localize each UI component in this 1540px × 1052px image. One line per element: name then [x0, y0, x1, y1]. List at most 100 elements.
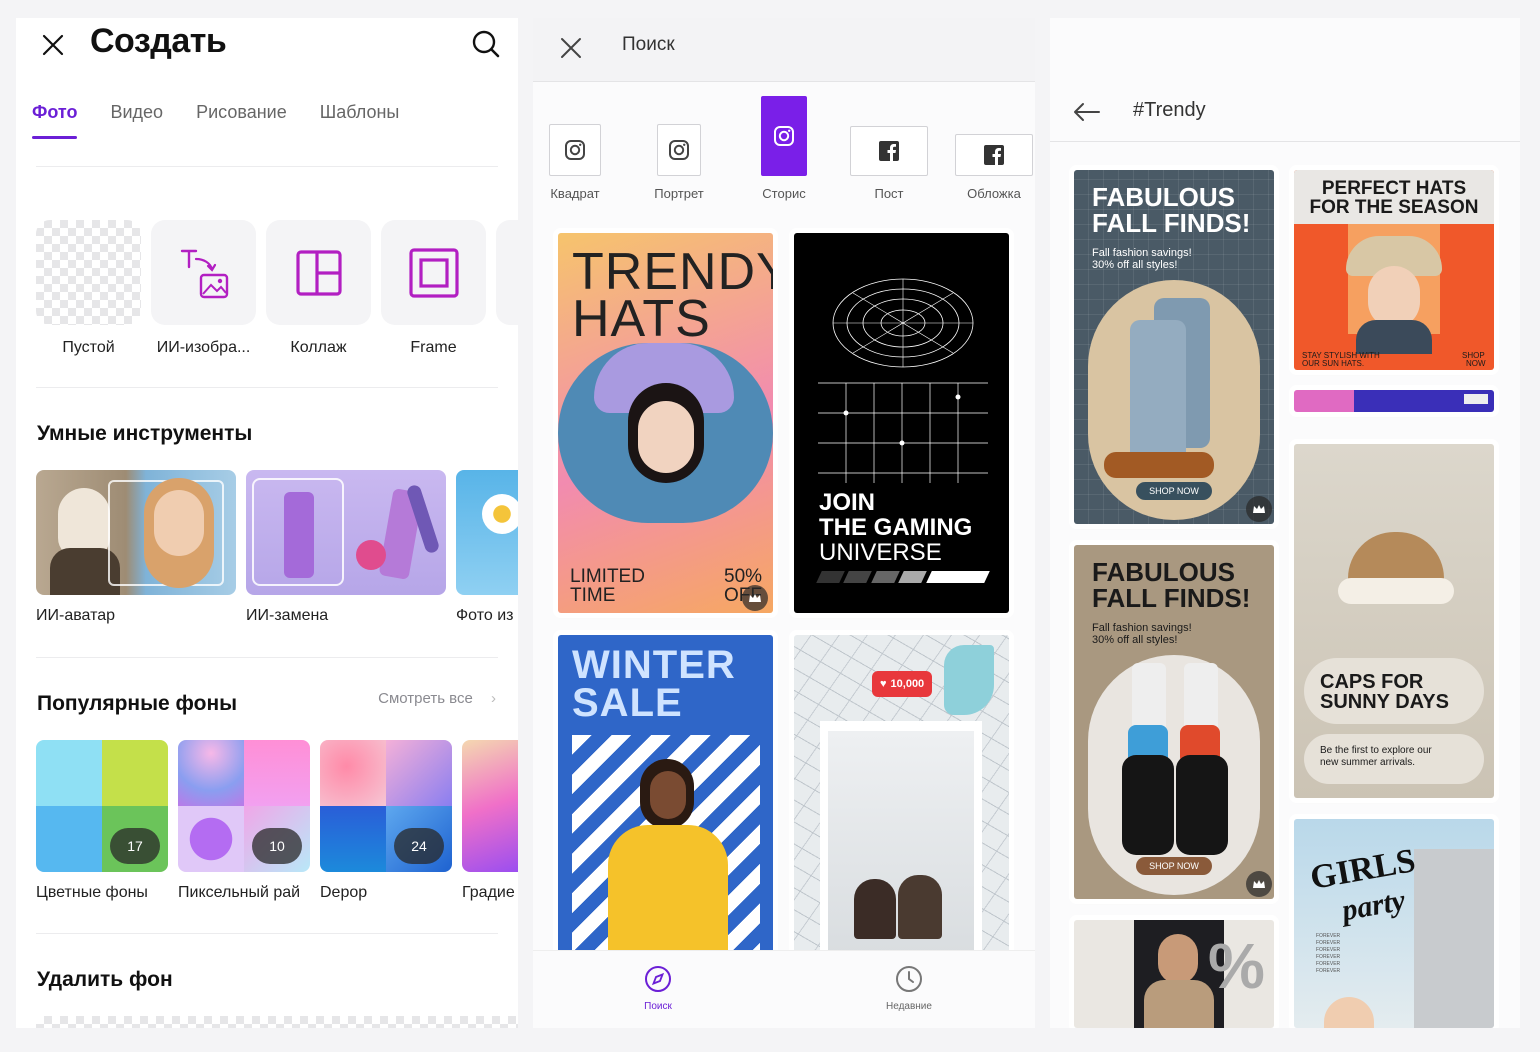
ai-avatar-thumbnail — [36, 470, 236, 595]
ai-replace-thumbnail — [246, 470, 446, 595]
bg-pixel[interactable]: 10 Пиксельный рай — [178, 740, 310, 902]
instagram-icon — [657, 124, 701, 176]
template-winter-sale[interactable]: WINTER SALE — [558, 635, 773, 953]
template-text: 50% — [724, 566, 763, 587]
tab-photo[interactable]: Фото — [32, 102, 78, 139]
template-text: FOREVER — [1316, 947, 1341, 953]
boot-front — [1130, 320, 1186, 470]
bg-gradient[interactable]: Градие — [462, 740, 518, 902]
swatch — [36, 806, 102, 872]
create-frame[interactable]: Frame — [381, 220, 486, 357]
face — [650, 771, 686, 819]
format-story[interactable]: Сторис — [755, 96, 813, 201]
more-tile — [496, 220, 518, 325]
tool-ai-replace[interactable]: ИИ-замена — [246, 470, 446, 625]
facebook-icon — [850, 126, 928, 176]
person — [854, 879, 896, 939]
tool-ai-avatar[interactable]: ИИ-аватар — [36, 470, 236, 625]
template-gaming[interactable]: JOIN THE GAMING UNIVERSE — [794, 233, 1009, 613]
template-text: FABULOUS — [1092, 182, 1235, 212]
create-options: Пустой ИИ-изобра... Коллаж Frame — [36, 220, 518, 357]
bg-depop[interactable]: 24 Depop — [320, 740, 452, 902]
search-header: Поиск — [533, 18, 1035, 82]
create-blank[interactable]: Пустой — [36, 220, 141, 357]
nav-search[interactable]: Поиск — [618, 965, 698, 1012]
template-perfect-hats[interactable]: PERFECT HATS FOR THE SEASON STAY STYLISH… — [1294, 170, 1494, 370]
remove-bg-preview-row[interactable] — [36, 1016, 518, 1028]
face — [1324, 997, 1374, 1028]
format-post[interactable]: Пост — [849, 126, 929, 201]
search-icon[interactable] — [468, 26, 504, 62]
collage-icon — [266, 220, 371, 325]
banner-button — [1464, 394, 1488, 404]
format-square[interactable]: Квадрат — [543, 124, 607, 201]
compass-icon — [618, 965, 698, 997]
bg-pixel-thumbnail: 10 — [178, 740, 310, 872]
search-input[interactable]: Поиск — [622, 34, 675, 56]
template-text: THE GAMING — [819, 514, 973, 541]
template-fabulous-fall-shoes[interactable]: FABULOUS FALL FINDS! Fall fashion saving… — [1074, 545, 1274, 899]
template-text: TIME — [570, 585, 616, 606]
close-icon[interactable] — [36, 28, 70, 62]
daisy — [482, 494, 518, 534]
tool-photo-from[interactable]: Фото из — [456, 470, 518, 625]
format-portrait[interactable]: Портрет — [653, 124, 705, 201]
template-fabulous-fall-boots[interactable]: FABULOUS FALL FINDS! Fall fashion saving… — [1074, 170, 1274, 524]
see-all-link[interactable]: Смотреть все › — [378, 690, 496, 707]
close-icon[interactable] — [555, 32, 587, 64]
create-collage[interactable]: Коллаж — [266, 220, 371, 357]
template-text: CAPS FOR — [1320, 671, 1424, 693]
loafer-left — [1122, 755, 1174, 855]
likes-count: 10,000 — [890, 678, 925, 690]
template-caps-sunny-days[interactable]: CAPS FOR SUNNY DAYS Be the first to expl… — [1294, 444, 1494, 798]
water-area — [944, 645, 994, 715]
facebook-icon — [955, 134, 1033, 176]
yellow-jacket — [608, 825, 728, 953]
template-look-chic-banner[interactable] — [1294, 390, 1494, 412]
template-text: WINTER — [572, 643, 736, 687]
format-cover[interactable]: Обложка — [953, 134, 1035, 201]
template-girls-party[interactable]: GIRLS party FOREVER FOREVER FOREVER FORE… — [1294, 819, 1494, 1028]
heart-icon: ♥ — [880, 678, 887, 690]
tab-drawing[interactable]: Рисование — [196, 102, 287, 139]
bg-colored-label: Цветные фоны — [36, 884, 148, 901]
tab-video[interactable]: Видео — [110, 102, 163, 139]
create-more-peek[interactable] — [496, 220, 518, 357]
swatch — [36, 740, 102, 806]
swatch — [320, 740, 386, 806]
wireframe-graphic — [818, 278, 988, 483]
shop-now-button: SHOP NOW — [1136, 857, 1212, 875]
template-trendy-hats[interactable]: TRENDY HATS LIMITED TIME 50% OFF — [558, 233, 773, 613]
template-man-percent[interactable]: % — [1074, 920, 1274, 1028]
progress-segment — [925, 571, 990, 583]
hashtag-title: #Trendy — [1133, 99, 1206, 121]
create-ai-image[interactable]: ИИ-изобра... — [151, 220, 256, 357]
bg-gradient-label: Градие — [462, 884, 515, 901]
divider — [36, 166, 498, 167]
divider — [36, 657, 498, 658]
template-text: FALL FINDS! — [1092, 583, 1251, 613]
instagram-icon — [549, 124, 601, 176]
template-text: Be the first to explore our — [1320, 745, 1432, 756]
back-arrow-icon[interactable] — [1070, 96, 1102, 128]
face — [1158, 934, 1198, 984]
clock-icon — [869, 965, 949, 997]
bg-depop-label: Depop — [320, 884, 368, 901]
nav-recent[interactable]: Недавние — [869, 965, 949, 1012]
chevron-right-icon: › — [491, 690, 496, 707]
smart-tools-row: ИИ-аватар ИИ-замена Фото из — [36, 470, 518, 625]
template-map-photo[interactable]: ♥ 10,000 — [794, 635, 1009, 953]
bg-count-badge: 17 — [110, 828, 160, 864]
trendy-header: #Trendy — [1050, 82, 1520, 142]
template-text: new summer arrivals. — [1320, 757, 1416, 768]
format-selector: Квадрат Портрет Сторис Пост Обложка — [543, 96, 1033, 201]
search-panel: Поиск Квадрат Портрет Сторис Пост Обложк… — [533, 18, 1035, 1028]
nav-recent-label: Недавние — [886, 1001, 932, 1012]
template-headline: TRENDY HATS — [572, 243, 773, 348]
template-text: SALE — [572, 681, 683, 725]
bg-colored[interactable]: 17 Цветные фоны — [36, 740, 168, 902]
bg-gradient-thumbnail — [462, 740, 518, 872]
swatch — [178, 806, 244, 872]
template-text: PERFECT HATS — [1321, 178, 1467, 199]
tab-templates[interactable]: Шаблоны — [320, 102, 400, 139]
